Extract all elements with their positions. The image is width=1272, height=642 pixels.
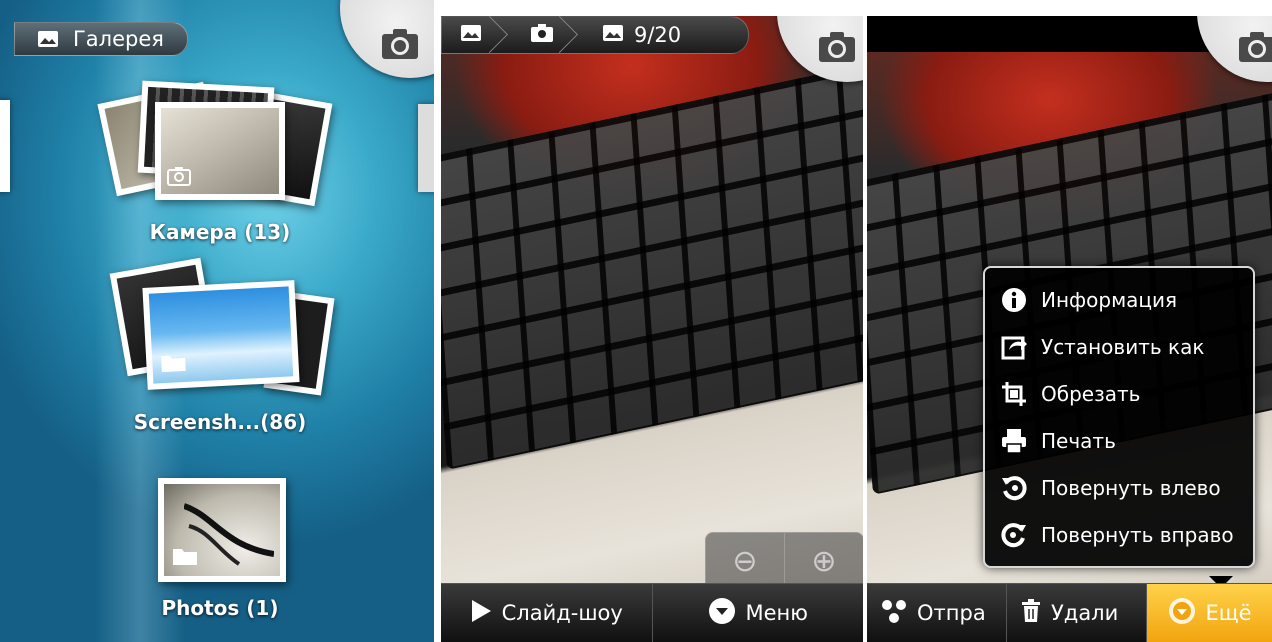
menu-item-rotate-left[interactable]: Повернуть влево: [985, 464, 1253, 511]
menu-item-label: Повернуть вправо: [1041, 522, 1234, 547]
delete-label: Удали: [1051, 601, 1119, 625]
menu-item-label: Обрезать: [1041, 381, 1141, 406]
gallery-title-bar[interactable]: Галерея: [14, 22, 188, 56]
share-icon: [881, 599, 907, 628]
menu-button[interactable]: Меню: [651, 584, 864, 642]
adjacent-album-left[interactable]: [0, 100, 10, 192]
menu-item-set-as[interactable]: Установить как: [985, 323, 1253, 370]
menu-item-label: Информация: [1041, 287, 1178, 312]
more-button[interactable]: Ещё: [1146, 584, 1272, 642]
menu-down-icon: [708, 597, 736, 630]
album-cover: [158, 478, 286, 582]
zoom-out-icon: ⊖: [732, 543, 758, 579]
menu-down-icon: [1168, 597, 1196, 630]
camera-icon: [380, 26, 420, 62]
album-label: Камера (13): [149, 220, 291, 244]
menu-item-crop[interactable]: Обрезать: [985, 370, 1253, 417]
camera-button[interactable]: [340, 0, 434, 78]
photo-viewer-menu-screen: Информация Установить как Обрезать Печат…: [867, 16, 1272, 642]
menu-item-label: Печать: [1041, 428, 1116, 453]
menu-item-print[interactable]: Печать: [985, 417, 1253, 464]
info-icon: [1001, 287, 1027, 313]
folder-icon: [160, 352, 187, 377]
more-label: Ещё: [1205, 601, 1252, 625]
camera-icon: [167, 166, 191, 190]
menu-label: Меню: [745, 601, 808, 625]
crop-icon: [1001, 381, 1027, 407]
album-label: Screensh...(86): [133, 410, 307, 434]
trash-icon: [1021, 598, 1041, 628]
picture-icon: [35, 26, 61, 52]
album-cover: [142, 280, 300, 390]
adjacent-album-right[interactable]: [418, 104, 434, 192]
share-button[interactable]: Отпра: [867, 584, 1006, 642]
photo-viewer-screen: 9/20 ⊖ ⊕ Слайд-шоу Меню: [441, 16, 863, 642]
album-label: Photos (1): [161, 596, 279, 620]
zoom-in-button[interactable]: ⊕: [784, 533, 863, 589]
gallery-screen: Галерея Камера (13) Screensh...(86) Phot…: [0, 0, 434, 642]
breadcrumb: 9/20: [441, 16, 749, 54]
camera-icon: [1237, 30, 1272, 68]
rotate-left-icon: [1001, 475, 1027, 501]
menu-item-info[interactable]: Информация: [985, 276, 1253, 323]
camera-icon: [817, 30, 857, 68]
zoom-out-button[interactable]: ⊖: [706, 533, 784, 589]
set-as-icon: [1001, 334, 1027, 360]
zoom-in-icon: ⊕: [811, 543, 837, 579]
viewer-bottom-bar: Слайд-шоу Меню: [441, 583, 863, 642]
folder-icon: [172, 546, 198, 570]
delete-button[interactable]: Удали: [1006, 584, 1146, 642]
print-icon: [1001, 428, 1027, 454]
picture-icon: [602, 23, 624, 47]
share-label: Отпра: [917, 601, 986, 625]
album-cover: [155, 102, 285, 200]
play-icon: [470, 599, 492, 628]
breadcrumb-gallery[interactable]: [442, 16, 508, 53]
breadcrumb-photo: 9/20: [568, 17, 695, 53]
breadcrumb-camera[interactable]: [496, 16, 578, 53]
photo-counter: 9/20: [634, 23, 682, 47]
slideshow-label: Слайд-шоу: [501, 601, 623, 625]
menu-item-label: Повернуть влево: [1041, 475, 1221, 500]
zoom-controls: ⊖ ⊕: [705, 532, 863, 590]
menu-item-label: Установить как: [1041, 334, 1205, 359]
gallery-title: Галерея: [73, 27, 164, 51]
slideshow-button[interactable]: Слайд-шоу: [441, 584, 652, 642]
rotate-right-icon: [1001, 522, 1027, 548]
more-options-menu: Информация Установить как Обрезать Печат…: [983, 266, 1255, 568]
viewer-bottom-bar: Отпра Удали Ещё: [867, 583, 1272, 642]
menu-item-rotate-right[interactable]: Повернуть вправо: [985, 511, 1253, 558]
